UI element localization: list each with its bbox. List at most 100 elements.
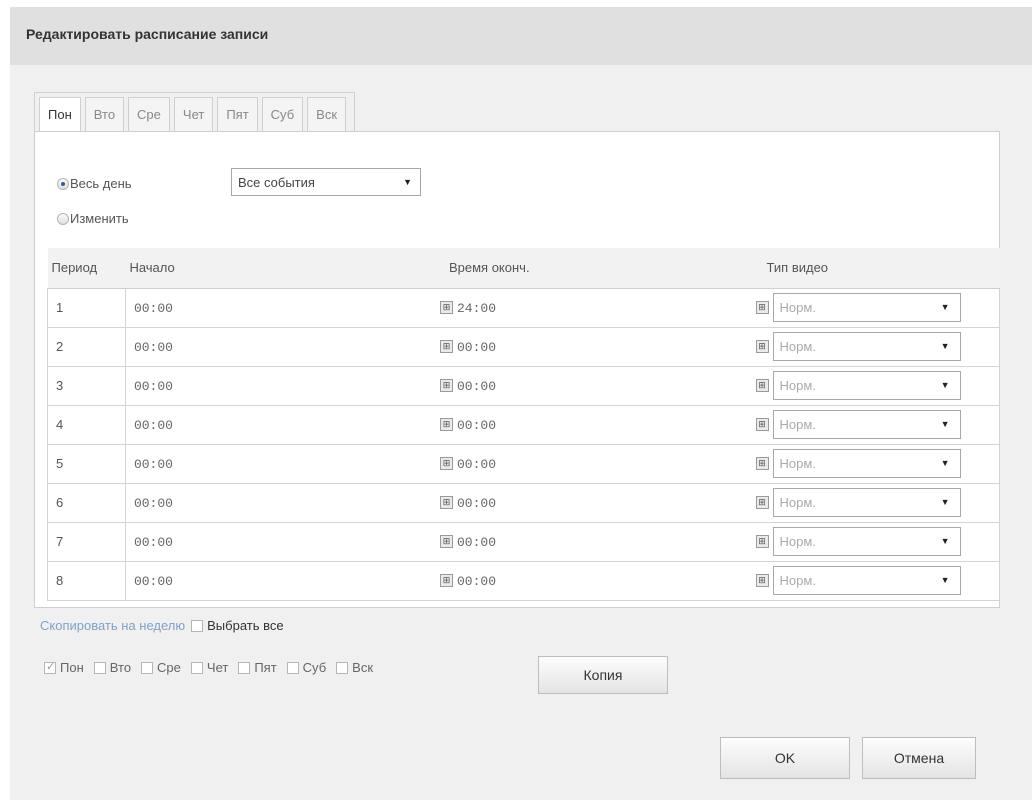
- checkbox[interactable]: [93, 661, 106, 674]
- tab-wed[interactable]: Сре: [128, 97, 170, 133]
- start-header: Начало: [125, 248, 445, 289]
- checkbox[interactable]: [286, 661, 299, 674]
- video-type-select[interactable]: Норм. ▼: [772, 293, 961, 322]
- start-time-value[interactable]: 00:00: [134, 379, 173, 394]
- start-time-cell[interactable]: 00:00 ⊞: [124, 482, 453, 523]
- all-day-option[interactable]: Весь день: [57, 176, 132, 191]
- tab-mon[interactable]: Пон: [39, 97, 81, 134]
- video-type-value: Норм.: [779, 417, 816, 432]
- schedule-panel: Весь день Все события ▼ Изменить Период …: [34, 131, 1000, 608]
- end-time-value[interactable]: 24:00: [457, 301, 496, 316]
- tab-sat[interactable]: Суб: [261, 97, 304, 133]
- video-type-cell: Норм. ▼: [762, 404, 1000, 445]
- video-type-select[interactable]: Норм. ▼: [772, 566, 961, 595]
- edit-radio[interactable]: [57, 212, 69, 225]
- ok-button[interactable]: OK: [720, 737, 850, 779]
- end-time-cell[interactable]: 00:00 ⊞: [444, 365, 769, 406]
- end-time-cell[interactable]: 00:00 ⊞: [444, 404, 769, 445]
- chevron-down-icon: ▼: [940, 575, 950, 585]
- table-header-row: Период Начало Время оконч. Тип видео: [47, 248, 1000, 289]
- copy-day-mon[interactable]: Пон: [44, 660, 84, 675]
- copy-days-row: Пон Вто Сре Чет Пят Суб Вск: [44, 660, 377, 675]
- all-day-radio[interactable]: [57, 177, 69, 190]
- copy-to-week-link[interactable]: Скопировать на неделю: [40, 618, 185, 633]
- table-row: 2 00:00 ⊞ 00:00 ⊞ Норм. ▼: [47, 326, 1000, 367]
- table-row: 1 00:00 ⊞ 24:00 ⊞ Норм. ▼: [47, 287, 1000, 328]
- copy-day-wed[interactable]: Сре: [135, 660, 181, 675]
- start-time-value[interactable]: 00:00: [134, 457, 173, 472]
- copy-day-fri[interactable]: Пят: [232, 660, 277, 675]
- start-time-cell[interactable]: 00:00 ⊞: [124, 287, 453, 328]
- end-time-value[interactable]: 00:00: [457, 496, 496, 511]
- tab-fri[interactable]: Пят: [217, 97, 258, 133]
- start-time-cell[interactable]: 00:00 ⊞: [124, 404, 453, 445]
- end-time-value[interactable]: 00:00: [457, 457, 496, 472]
- checkbox[interactable]: [141, 661, 154, 674]
- start-time-value[interactable]: 00:00: [134, 535, 173, 550]
- day-label: Пон: [60, 660, 84, 675]
- period-cell: 3: [47, 365, 126, 406]
- end-header: Время оконч.: [444, 248, 763, 289]
- checkbox[interactable]: [238, 661, 251, 674]
- start-time-cell[interactable]: 00:00 ⊞: [124, 365, 453, 406]
- end-time-cell[interactable]: 00:00 ⊞: [444, 443, 769, 484]
- start-time-cell[interactable]: 00:00 ⊞: [124, 521, 453, 562]
- copy-button[interactable]: Копия: [538, 656, 668, 694]
- copy-day-tue[interactable]: Вто: [88, 660, 131, 675]
- video-type-value: Норм.: [779, 495, 816, 510]
- end-time-cell[interactable]: 00:00 ⊞: [444, 482, 769, 523]
- end-time-cell[interactable]: 00:00 ⊞: [444, 560, 769, 601]
- edit-label: Изменить: [70, 211, 129, 226]
- day-label: Пят: [254, 660, 277, 675]
- cancel-button[interactable]: Отмена: [862, 737, 976, 779]
- start-time-value[interactable]: 00:00: [134, 496, 173, 511]
- start-time-value[interactable]: 00:00: [134, 301, 173, 316]
- end-time-value[interactable]: 00:00: [457, 535, 496, 550]
- edit-option[interactable]: Изменить: [57, 211, 129, 226]
- end-time-value[interactable]: 00:00: [457, 340, 496, 355]
- copy-week-row: Скопировать на неделю Выбрать все: [40, 618, 284, 633]
- copy-day-sat[interactable]: Суб: [281, 660, 326, 675]
- checkbox[interactable]: [44, 660, 56, 674]
- end-time-cell[interactable]: 24:00 ⊞: [444, 287, 769, 328]
- video-type-value: Норм.: [779, 534, 816, 549]
- chevron-down-icon: ▼: [940, 419, 950, 429]
- periods-table: Период Начало Время оконч. Тип видео 1 00…: [47, 248, 1000, 601]
- period-cell: 2: [47, 326, 126, 367]
- video-type-select[interactable]: Норм. ▼: [772, 371, 961, 400]
- copy-day-sun[interactable]: Вск: [330, 660, 373, 675]
- start-time-cell[interactable]: 00:00 ⊞: [124, 326, 453, 367]
- video-type-select[interactable]: Норм. ▼: [772, 332, 961, 361]
- tab-tue[interactable]: Вто: [84, 97, 125, 133]
- video-type-cell: Норм. ▼: [762, 521, 1000, 562]
- period-cell: 1: [47, 287, 126, 328]
- video-type-select[interactable]: Норм. ▼: [772, 410, 961, 439]
- start-time-cell[interactable]: 00:00 ⊞: [124, 560, 453, 601]
- video-type-select[interactable]: Норм. ▼: [772, 488, 961, 517]
- dialog-title-bar: Редактировать расписание записи: [10, 7, 1032, 65]
- day-label: Вто: [109, 660, 132, 675]
- end-time-value[interactable]: 00:00: [457, 379, 496, 394]
- tab-sun[interactable]: Вск: [307, 97, 347, 133]
- copy-day-thu[interactable]: Чет: [185, 660, 228, 675]
- checkbox[interactable]: [190, 661, 203, 674]
- start-time-value[interactable]: 00:00: [134, 340, 173, 355]
- start-time-value[interactable]: 00:00: [134, 574, 173, 589]
- video-type-select[interactable]: Норм. ▼: [772, 449, 961, 478]
- end-time-value[interactable]: 00:00: [457, 418, 496, 433]
- checkbox[interactable]: [336, 661, 349, 674]
- video-type-select[interactable]: Норм. ▼: [772, 527, 961, 556]
- chevron-down-icon: ▼: [940, 497, 950, 507]
- event-type-select[interactable]: Все события ▼: [231, 168, 421, 196]
- dialog-title: Редактировать расписание записи: [26, 26, 269, 42]
- end-time-cell[interactable]: 00:00 ⊞: [444, 326, 769, 367]
- start-time-value[interactable]: 00:00: [134, 418, 173, 433]
- end-time-cell[interactable]: 00:00 ⊞: [444, 521, 769, 562]
- start-time-cell[interactable]: 00:00 ⊞: [124, 443, 453, 484]
- select-all-checkbox[interactable]: [191, 619, 204, 632]
- end-time-value[interactable]: 00:00: [457, 574, 496, 589]
- period-cell: 7: [47, 521, 126, 562]
- all-day-label: Весь день: [70, 176, 132, 191]
- video-type-cell: Норм. ▼: [762, 443, 1000, 484]
- tab-thu[interactable]: Чет: [173, 97, 214, 133]
